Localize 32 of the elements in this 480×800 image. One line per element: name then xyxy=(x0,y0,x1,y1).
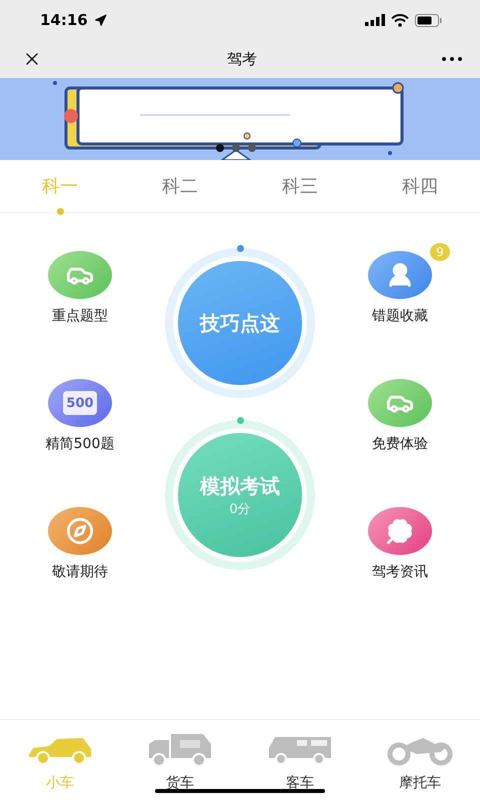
feature-label: 错题收藏 xyxy=(372,307,428,325)
subject-tab[interactable]: 科三 xyxy=(240,160,360,212)
feature-label: 敬请期待 xyxy=(52,563,108,581)
sign-icon: 500 xyxy=(62,391,97,415)
feature-label: 驾考资讯 xyxy=(372,563,428,581)
feature-label: 免费体验 xyxy=(372,435,428,453)
vehicle-tab[interactable]: 客车 xyxy=(240,720,360,800)
feature-label: 精简500题 xyxy=(46,435,114,453)
status-time: 14:16 xyxy=(40,11,88,29)
vehicle-tab[interactable]: 货车 xyxy=(120,720,240,800)
more-icon[interactable] xyxy=(442,57,462,61)
clover-icon xyxy=(386,517,414,545)
round-button[interactable]: 技巧点这 xyxy=(175,258,305,388)
wifi-icon xyxy=(391,14,409,26)
bus-icon xyxy=(267,734,333,766)
subject-tab[interactable]: 科四 xyxy=(360,160,480,212)
ring-dot xyxy=(237,417,244,424)
car-icon xyxy=(27,735,93,765)
battery-icon xyxy=(415,14,442,26)
feature-button[interactable] xyxy=(368,251,432,299)
location-icon xyxy=(94,14,107,26)
page-title: 驾考 xyxy=(227,50,257,68)
tab-indicator xyxy=(56,208,64,215)
feature-button[interactable]: 500 xyxy=(48,379,112,427)
vehicle-tab[interactable]: 摩托车 xyxy=(360,720,480,800)
count-badge: 9 xyxy=(430,243,450,261)
ring-dot xyxy=(237,245,244,252)
compass-icon xyxy=(66,517,94,545)
signal-icon xyxy=(365,14,385,26)
truck-icon xyxy=(147,732,213,768)
subject-tab[interactable]: 科二 xyxy=(120,160,240,212)
feature-label: 重点题型 xyxy=(52,307,108,325)
